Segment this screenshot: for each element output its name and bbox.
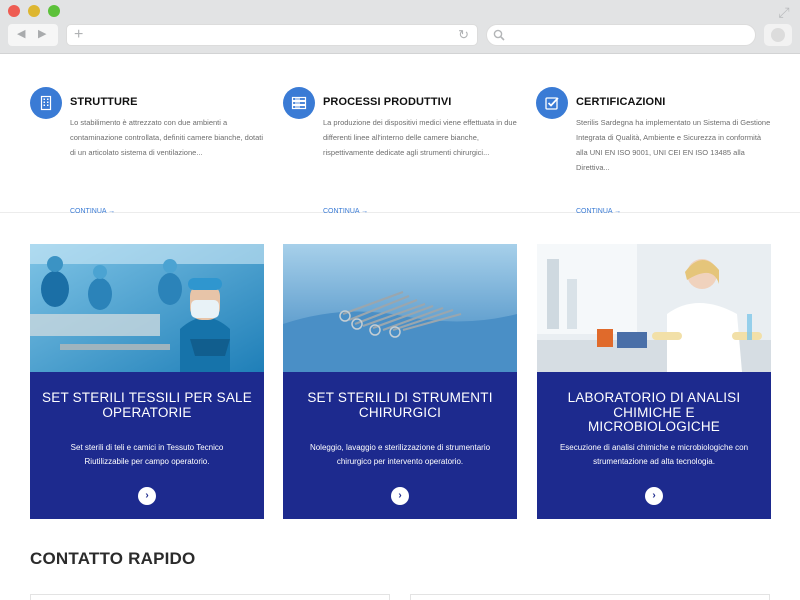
feature-title: STRUTTURE bbox=[70, 96, 138, 108]
card-set-sterili-strumenti[interactable]: SET STERILI DI STRUMENTI CHIRURGICI Nole… bbox=[283, 244, 517, 519]
forward-icon[interactable]: ▶ bbox=[38, 27, 46, 40]
card-set-sterili-tessili[interactable]: SET STERILI TESSILI PER SALE OPERATORIE … bbox=[30, 244, 264, 519]
laboratory-photo bbox=[537, 244, 771, 372]
surgical-instruments-photo bbox=[283, 244, 517, 372]
close-window-dot[interactable] bbox=[8, 5, 20, 17]
contact-form-left[interactable] bbox=[30, 594, 390, 600]
feature-text: Lo stabilimento è attrezzato con due amb… bbox=[70, 118, 264, 157]
checkbox-icon bbox=[536, 87, 568, 119]
card-title: SET STERILI DI STRUMENTI CHIRURGICI bbox=[307, 390, 493, 420]
minimize-window-dot[interactable] bbox=[28, 5, 40, 17]
card-text: Esecuzione di analisi chimiche e microbi… bbox=[559, 443, 749, 466]
card-title: SET STERILI TESSILI PER SALE OPERATORIE bbox=[42, 390, 252, 420]
features-section: STRUTTURE Lo stabilimento è attrezzato c… bbox=[0, 55, 800, 215]
browser-chrome: ⤢ ◀ ▶ + ↻ bbox=[0, 0, 800, 54]
new-tab-icon[interactable]: + bbox=[74, 26, 83, 44]
maximize-window-dot[interactable] bbox=[48, 5, 60, 17]
fullscreen-icon[interactable]: ⤢ bbox=[776, 4, 792, 20]
back-icon[interactable]: ◀ bbox=[17, 27, 25, 40]
feature-title: PROCESSI PRODUTTIVI bbox=[323, 96, 452, 108]
contatto-rapido-title: CONTATTO RAPIDO bbox=[30, 549, 196, 568]
feature-text: Sterilis Sardegna ha implementato un Sis… bbox=[576, 118, 771, 172]
chevron-right-icon[interactable]: › bbox=[138, 487, 156, 505]
building-icon bbox=[30, 87, 62, 119]
extension-button[interactable] bbox=[764, 24, 792, 46]
contact-form-right[interactable] bbox=[410, 594, 770, 600]
card-laboratorio-analisi[interactable]: LABORATORIO DI ANALISI CHIMICHE E MICROB… bbox=[537, 244, 771, 519]
continua-link[interactable]: CONTINUA → bbox=[576, 208, 621, 215]
continua-link[interactable]: CONTINUA → bbox=[70, 208, 115, 215]
browser-search-input[interactable] bbox=[486, 24, 756, 46]
chevron-right-icon[interactable]: › bbox=[391, 487, 409, 505]
nav-buttons: ◀ ▶ bbox=[8, 24, 58, 46]
server-icon bbox=[283, 87, 315, 119]
continua-link[interactable]: CONTINUA → bbox=[323, 208, 368, 215]
feature-text: La produzione dei dispositivi medici vie… bbox=[323, 118, 517, 157]
card-title: LABORATORIO DI ANALISI CHIMICHE E MICROB… bbox=[567, 390, 741, 434]
feature-title: CERTIFICAZIONI bbox=[576, 96, 666, 108]
card-text: Noleggio, lavaggio e sterilizzazione di … bbox=[309, 443, 491, 466]
search-icon bbox=[493, 29, 505, 41]
card-text: Set sterili di teli e camici in Tessuto … bbox=[70, 443, 224, 466]
surgeons-photo bbox=[30, 244, 264, 372]
reload-icon[interactable]: ↻ bbox=[458, 27, 469, 43]
address-bar[interactable]: + ↻ bbox=[66, 24, 478, 46]
chevron-right-icon[interactable]: › bbox=[645, 487, 663, 505]
